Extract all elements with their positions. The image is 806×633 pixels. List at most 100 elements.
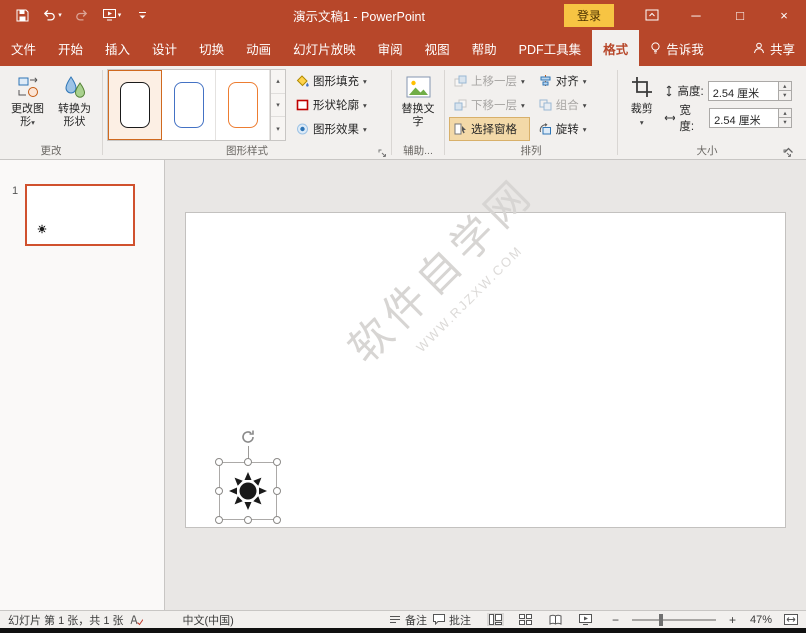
normal-view-button[interactable] [487,613,504,626]
rotate-handle[interactable] [240,428,257,445]
ribbon-tab-bar: 文件 开始 插入 设计 切换 动画 幻灯片放映 审阅 视图 帮助 PDF工具集 … [0,30,806,66]
close-button[interactable]: × [762,0,806,30]
convert-to-shape-button[interactable]: 转换为形状 [51,69,98,142]
arrange-align-column: 对齐 ▾ 组合 ▾ 旋转 ▾ [534,69,592,141]
width-increase-button[interactable]: ▴ [779,109,791,119]
selection-outline [219,462,277,520]
comments-icon [433,614,445,625]
slide-thumbnail-1[interactable] [25,184,135,246]
reading-view-button[interactable] [547,613,564,626]
height-increase-button[interactable]: ▴ [779,82,791,92]
shape-style-option-2[interactable] [162,70,216,140]
tab-view[interactable]: 视图 [414,30,461,66]
normal-view-icon [489,614,502,625]
tab-insert[interactable]: 插入 [94,30,141,66]
selection-pane-button[interactable]: 选择窗格 [449,117,530,141]
align-button[interactable]: 对齐 ▾ [534,69,592,93]
zoom-slider-thumb[interactable] [659,614,663,626]
notes-button[interactable]: 备注 [389,612,427,628]
tab-tell-me[interactable]: 告诉我 [639,30,715,66]
slideshow-view-button[interactable] [577,613,594,626]
comments-button[interactable]: 批注 [433,612,471,628]
resize-handle-sw[interactable] [215,516,223,524]
tab-design[interactable]: 设计 [141,30,188,66]
height-icon [664,85,674,97]
send-backward-button[interactable]: 下移一层 ▾ [449,93,530,117]
resize-handle-s[interactable] [244,516,252,524]
minimize-button[interactable]: ─ [674,0,718,30]
person-icon [753,42,765,54]
resize-handle-se[interactable] [273,516,281,524]
resize-handle-w[interactable] [215,487,223,495]
tab-transitions[interactable]: 切换 [188,30,235,66]
resize-handle-n[interactable] [244,458,252,466]
tab-animations[interactable]: 动画 [235,30,282,66]
shape-fill-button[interactable]: 图形填充 ▾ [291,69,372,93]
gallery-up-button[interactable]: ▴ [271,70,285,94]
bring-forward-button[interactable]: 上移一层 ▾ [449,69,530,93]
window-controls: 登录 ─ □ × [564,0,806,30]
tab-format[interactable]: 格式 [592,30,639,66]
collapse-ribbon-button[interactable] [783,147,794,154]
rotate-arrow-icon [240,428,257,445]
login-button[interactable]: 登录 [564,4,614,27]
zoom-in-button[interactable]: + [727,613,738,627]
save-button[interactable] [10,4,34,26]
slide-sorter-view-button[interactable] [517,613,534,626]
alt-text-button[interactable]: 替换文字 [396,69,440,142]
proofing-status-button[interactable] [130,614,143,626]
resize-handle-e[interactable] [273,487,281,495]
shape-styles-dialog-launcher[interactable] [378,149,387,158]
shape-outline-icon [296,99,309,111]
gallery-more-button[interactable]: ▾ [271,117,285,140]
window-bottom-edge [0,628,806,633]
shape-style-option-3[interactable] [216,70,270,140]
tab-help[interactable]: 帮助 [461,30,508,66]
fit-slide-to-window-button[interactable] [784,614,798,625]
resize-handle-ne[interactable] [273,458,281,466]
customize-qat-button[interactable] [130,4,154,26]
crop-button[interactable]: 裁剪 ▾ [622,69,662,142]
height-decrease-button[interactable]: ▾ [779,91,791,100]
shape-width-input[interactable]: 2.54 厘米 ▴ ▾ [709,108,792,128]
width-decrease-button[interactable]: ▾ [779,118,791,127]
arrange-group-label: 排列 [521,143,542,158]
watermark-url: WWW.RJZXW.COM [354,184,584,414]
tab-bar-spacer [715,30,742,66]
start-slideshow-button[interactable]: ▾ [100,4,124,26]
fit-to-window-icon [784,614,798,625]
resize-handle-nw[interactable] [215,458,223,466]
shape-effects-button[interactable]: 图形效果 ▾ [291,117,372,141]
shape-style-option-1[interactable] [108,70,162,140]
change-shape-button[interactable]: 更改图形▾ [4,69,51,142]
zoom-slider[interactable] [632,619,716,621]
tab-slideshow[interactable]: 幻灯片放映 [282,30,367,66]
change-shape-label: 更改图形 [11,103,44,128]
ribbon-display-options-button[interactable] [630,0,674,30]
tab-home[interactable]: 开始 [47,30,94,66]
maximize-button[interactable]: □ [718,0,762,30]
undo-button[interactable]: ▾ [40,4,64,26]
language-status-button[interactable]: 中文(中国) [183,612,234,628]
tab-pdf-tools[interactable]: PDF工具集 [508,30,593,66]
gallery-down-button[interactable]: ▾ [271,94,285,118]
zoom-out-button[interactable]: − [610,613,621,627]
shape-height-input[interactable]: 2.54 厘米 ▴ ▾ [708,81,792,101]
zoom-percentage[interactable]: 47% [744,614,772,626]
dropdown-arrow-icon: ▾ [31,118,35,127]
powerpoint-window: ▾ ▾ 演示文稿1 - PowerPoint 登录 ─ □ × 文件 [0,0,806,633]
tab-file[interactable]: 文件 [0,30,47,66]
tab-review[interactable]: 审阅 [367,30,414,66]
dropdown-arrow-icon: ▾ [363,125,367,134]
group-objects-button[interactable]: 组合 ▾ [534,93,592,117]
selected-sun-shape[interactable] [219,462,277,520]
shape-outline-button[interactable]: 形状轮廓 ▾ [291,93,372,117]
dropdown-arrow-icon: ▾ [58,11,62,19]
slide-canvas[interactable]: 软件自学网 WWW.RJZXW.COM [185,212,786,528]
change-group-label: 更改 [41,143,62,158]
share-button[interactable]: 共享 [742,30,806,66]
change-group: 更改图形▾ 转换为形状 更改 [0,66,102,159]
dropdown-arrow-icon: ▾ [118,11,122,19]
redo-button[interactable] [70,4,94,26]
rotate-button[interactable]: 旋转 ▾ [534,117,592,141]
